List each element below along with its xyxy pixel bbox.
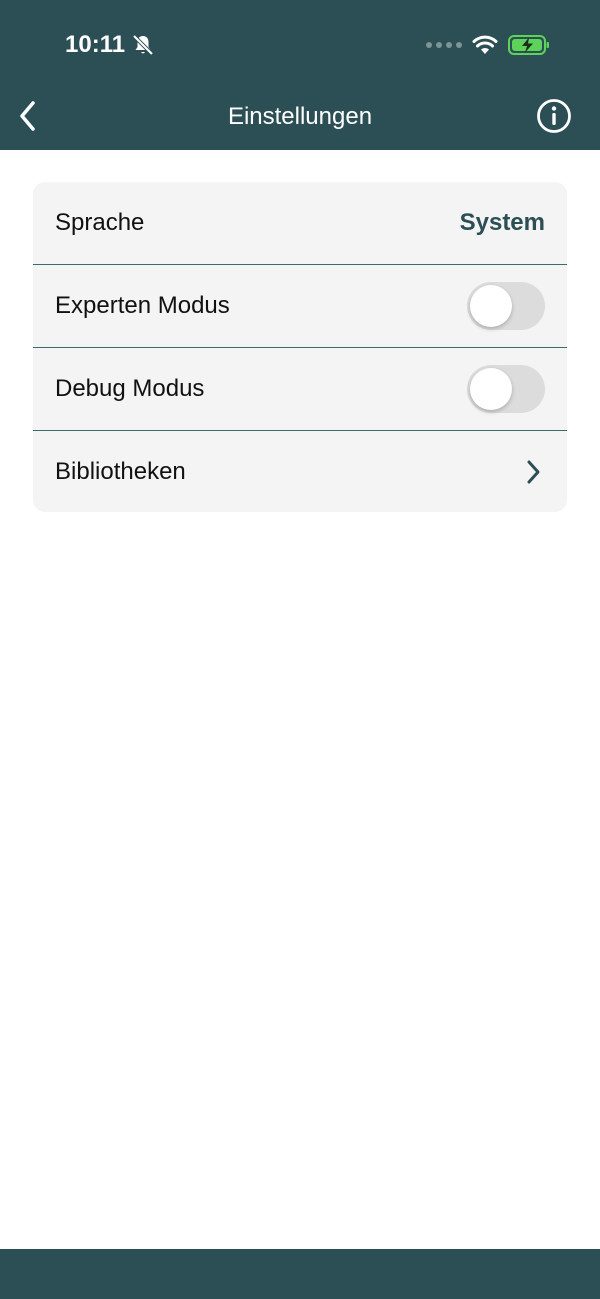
debug-mode-row: Debug Modus xyxy=(33,348,567,431)
signal-dots-icon xyxy=(426,42,462,48)
status-time-text: 10:11 xyxy=(65,31,126,58)
debug-mode-label: Debug Modus xyxy=(55,375,205,402)
info-circle-icon xyxy=(537,99,571,133)
status-time: 10:11 xyxy=(65,28,155,62)
page-title: Einstellungen xyxy=(227,103,373,130)
info-button[interactable] xyxy=(534,96,574,136)
settings-card: Sprache System Experten Modus Debug Modu… xyxy=(33,182,567,512)
debug-mode-toggle-knob xyxy=(470,368,512,410)
libraries-row[interactable]: Bibliotheken xyxy=(33,431,567,512)
debug-mode-toggle[interactable] xyxy=(467,365,545,413)
expert-mode-label: Experten Modus xyxy=(55,292,230,319)
battery-charging-icon xyxy=(508,35,549,55)
top-bar: 10:11 Einstellungen xyxy=(0,0,600,150)
bell-slash-icon xyxy=(132,34,154,56)
expert-mode-toggle-knob xyxy=(470,285,512,327)
libraries-label: Bibliotheken xyxy=(55,457,186,485)
bottom-bar xyxy=(0,1249,600,1299)
language-row[interactable]: Sprache System xyxy=(33,182,567,265)
chevron-right-icon xyxy=(521,457,545,487)
expert-mode-row: Experten Modus xyxy=(33,265,567,348)
status-indicators xyxy=(426,32,550,58)
language-label: Sprache xyxy=(55,209,145,236)
expert-mode-toggle[interactable] xyxy=(467,282,545,330)
language-value[interactable]: System xyxy=(460,209,545,237)
wifi-icon xyxy=(472,35,498,54)
